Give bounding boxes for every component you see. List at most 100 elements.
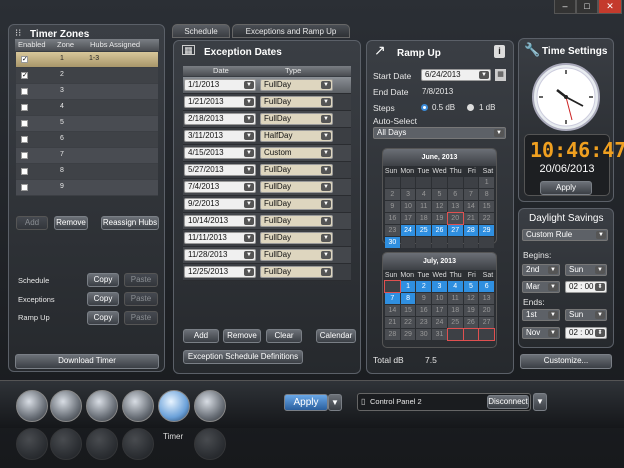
col-zone[interactable]: Zone bbox=[57, 40, 74, 49]
enabled-checkbox[interactable] bbox=[21, 152, 28, 159]
calendar-day[interactable]: 9 bbox=[385, 201, 400, 212]
panel-dropdown-button[interactable]: ▼ bbox=[533, 393, 547, 411]
end-time-spinner[interactable]: 02 : 00 ⬍ bbox=[565, 327, 607, 339]
paste-rampup-button[interactable]: Paste bbox=[124, 311, 158, 325]
tab-exceptions-rampup[interactable]: Exceptions and Ramp Up bbox=[232, 24, 350, 38]
exception-type-dropdown[interactable]: FullDay ▼ bbox=[260, 249, 333, 261]
paste-schedule-button[interactable]: Paste bbox=[124, 273, 158, 287]
table-row[interactable]: 2/18/2013 ▼ FullDay ▼ bbox=[183, 111, 351, 128]
calendar-day[interactable]: 14 bbox=[463, 201, 479, 212]
calendar-day[interactable]: 6 bbox=[479, 281, 494, 292]
exception-date-picker[interactable]: 12/25/2013 ▼ bbox=[184, 266, 256, 278]
begin-week-dropdown[interactable]: 2nd ▼ bbox=[522, 264, 560, 276]
calendar-day[interactable]: 15 bbox=[479, 201, 494, 212]
col-hubs[interactable]: Hubs Assigned bbox=[90, 40, 140, 49]
timer-icon[interactable] bbox=[158, 390, 190, 422]
table-row[interactable]: 9 bbox=[16, 180, 158, 196]
enabled-checkbox[interactable] bbox=[21, 184, 28, 191]
calendar-day[interactable]: 2 bbox=[385, 189, 400, 200]
exception-date-picker[interactable]: 11/28/2013 ▼ bbox=[184, 249, 256, 261]
enabled-checkbox[interactable] bbox=[21, 120, 28, 127]
calendar-day[interactable]: 18 bbox=[416, 213, 432, 224]
exception-type-dropdown[interactable]: FullDay ▼ bbox=[260, 266, 333, 278]
calendar-day[interactable]: 20 bbox=[446, 212, 464, 225]
info-icon[interactable]: i bbox=[494, 45, 505, 58]
calendar-day[interactable]: 7 bbox=[385, 293, 400, 304]
calendar-day[interactable]: 21 bbox=[385, 317, 400, 328]
exception-date-picker[interactable]: 1/21/2013 ▼ bbox=[184, 96, 256, 108]
dst-rule-dropdown[interactable]: Custom Rule ▼ bbox=[522, 229, 608, 241]
speaker-icon[interactable] bbox=[86, 390, 118, 422]
calendar-day[interactable]: 25 bbox=[447, 317, 463, 328]
begin-month-dropdown[interactable]: Mar ▼ bbox=[522, 281, 560, 293]
close-button[interactable]: ✕ bbox=[598, 0, 622, 14]
calendar-day[interactable]: 2 bbox=[416, 281, 432, 292]
table-row[interactable]: 5 bbox=[16, 116, 158, 132]
exception-date-picker[interactable]: 11/11/2013 ▼ bbox=[184, 232, 256, 244]
copy-rampup-button[interactable]: Copy bbox=[87, 311, 119, 325]
calendar-day[interactable]: 1 bbox=[479, 177, 494, 188]
table-row[interactable]: 5/27/2013 ▼ FullDay ▼ bbox=[183, 162, 351, 179]
exception-type-dropdown[interactable]: FullDay ▼ bbox=[260, 215, 333, 227]
col-enabled[interactable]: Enabled bbox=[18, 40, 46, 49]
calendar-day[interactable]: 11 bbox=[447, 293, 463, 304]
customize-button[interactable]: Customize... bbox=[520, 354, 612, 369]
calendar-day[interactable]: 26 bbox=[432, 225, 447, 236]
enabled-checkbox[interactable] bbox=[21, 168, 28, 175]
exception-date-picker[interactable]: 2/18/2013 ▼ bbox=[184, 113, 256, 125]
calendar-day[interactable]: 11 bbox=[416, 201, 432, 212]
exception-date-picker[interactable]: 10/14/2013 ▼ bbox=[184, 215, 256, 227]
table-row[interactable]: 7/4/2013 ▼ FullDay ▼ bbox=[183, 179, 351, 196]
calendar-day[interactable]: 13 bbox=[447, 201, 463, 212]
exception-type-dropdown[interactable]: FullDay ▼ bbox=[260, 96, 333, 108]
calendar-day[interactable]: 12 bbox=[432, 201, 447, 212]
exception-date-picker[interactable]: 7/4/2013 ▼ bbox=[184, 181, 256, 193]
table-row[interactable]: 6 bbox=[16, 132, 158, 148]
calendar-day[interactable]: 28 bbox=[385, 329, 400, 340]
calendar-day[interactable]: 18 bbox=[447, 305, 463, 316]
remove-zone-button[interactable]: Remove bbox=[54, 216, 88, 230]
begin-time-spinner[interactable]: 02 : 00 ⬍ bbox=[565, 281, 607, 293]
exception-date-picker[interactable]: 9/2/2013 ▼ bbox=[184, 198, 256, 210]
add-zone-button[interactable]: Add bbox=[16, 216, 48, 230]
enabled-checkbox[interactable]: ✓ bbox=[21, 56, 28, 63]
calendar-day[interactable]: 1 bbox=[400, 281, 416, 292]
tab-schedule[interactable]: Schedule bbox=[172, 24, 230, 38]
calendar-day[interactable]: 10 bbox=[400, 201, 416, 212]
exception-type-dropdown[interactable]: Custom ▼ bbox=[260, 147, 333, 159]
apply-dropdown-button[interactable]: ▼ bbox=[328, 394, 342, 411]
exception-date-picker[interactable]: 4/15/2013 ▼ bbox=[184, 147, 256, 159]
enabled-checkbox[interactable] bbox=[21, 104, 28, 111]
calendar-day[interactable]: 8 bbox=[479, 189, 494, 200]
exception-type-dropdown[interactable]: HalfDay ▼ bbox=[260, 130, 333, 142]
exception-date-picker[interactable]: 5/27/2013 ▼ bbox=[184, 164, 256, 176]
calendar-day[interactable]: 31 bbox=[432, 329, 447, 340]
calendar-day[interactable]: 29 bbox=[479, 225, 494, 236]
calendar-day[interactable]: 21 bbox=[463, 213, 479, 224]
clear-exceptions-button[interactable]: Clear bbox=[266, 329, 302, 343]
exception-type-dropdown[interactable]: FullDay ▼ bbox=[260, 181, 333, 193]
minimize-button[interactable]: – bbox=[554, 0, 576, 14]
calendar-day[interactable]: 3 bbox=[400, 189, 416, 200]
enabled-checkbox[interactable] bbox=[21, 136, 28, 143]
table-row[interactable]: 9/2/2013 ▼ FullDay ▼ bbox=[183, 196, 351, 213]
calendar-day[interactable]: 23 bbox=[385, 225, 400, 236]
table-row[interactable]: ✓ 1 1-3 bbox=[16, 52, 158, 68]
copy-exceptions-button[interactable]: Copy bbox=[87, 292, 119, 306]
calendar-day[interactable]: 23 bbox=[416, 317, 432, 328]
calendar-day[interactable]: 14 bbox=[385, 305, 400, 316]
paste-exceptions-button[interactable]: Paste bbox=[124, 292, 158, 306]
calendar-icon[interactable]: ▦ bbox=[495, 69, 506, 81]
calendar-day[interactable]: 26 bbox=[463, 317, 479, 328]
col-date[interactable]: Date bbox=[213, 66, 229, 75]
exception-date-picker[interactable]: 3/11/2013 ▼ bbox=[184, 130, 256, 142]
step-05-radio[interactable] bbox=[421, 104, 428, 111]
calendar-day[interactable]: 5 bbox=[463, 281, 479, 292]
calendar-day[interactable]: 4 bbox=[416, 189, 432, 200]
calendar-day[interactable]: 7 bbox=[463, 189, 479, 200]
start-date-picker[interactable]: 6/24/2013 ▼ bbox=[421, 69, 491, 81]
copy-schedule-button[interactable]: Copy bbox=[87, 273, 119, 287]
calendar-day[interactable]: 16 bbox=[416, 305, 432, 316]
calendar-day[interactable]: 17 bbox=[432, 305, 447, 316]
hub-device-icon[interactable] bbox=[122, 390, 154, 422]
